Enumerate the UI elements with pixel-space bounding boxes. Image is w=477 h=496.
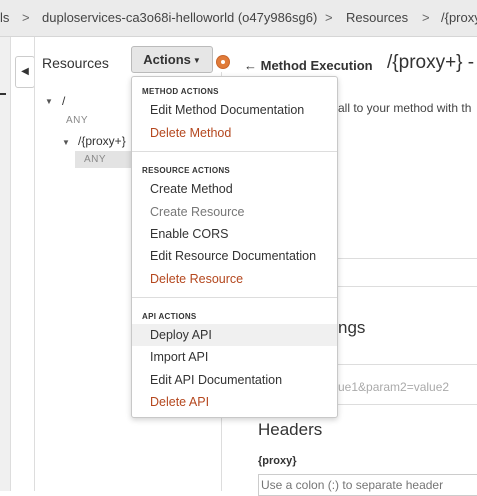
menu-item-delete-resource[interactable]: Delete Resource (132, 268, 337, 290)
dash-mark (0, 93, 6, 95)
menu-item-import-api[interactable]: Import API (132, 346, 337, 368)
menu-item-deploy-api[interactable]: Deploy API (132, 324, 337, 346)
method-execution-label: Method Execution (260, 58, 373, 73)
method-description: all to your method with th (338, 101, 472, 115)
actions-button-label: Actions (143, 52, 191, 67)
caret-down-icon: ▼ (192, 56, 201, 66)
actions-menu: METHOD ACTIONS Edit Method Documentation… (131, 76, 338, 418)
tree-method-root-any[interactable]: ANY (66, 115, 88, 126)
breadcrumb-item-proxy[interactable]: /{proxy (441, 10, 477, 25)
collapse-panel-button[interactable]: ◀ (15, 56, 35, 88)
header-input[interactable] (258, 474, 477, 496)
breadcrumb-item-resources[interactable]: Resources (346, 10, 408, 25)
breadcrumb-separator: > (422, 10, 430, 25)
chevron-left-icon: ◀ (21, 66, 29, 77)
method-execution-back-link[interactable]: ← Method Execution (244, 58, 373, 73)
menu-item-create-method[interactable]: Create Method (132, 178, 337, 200)
menu-item-create-resource[interactable]: Create Resource (132, 201, 337, 223)
query-string-input[interactable]: ue1&param2=value2 (338, 380, 449, 394)
menu-separator (132, 151, 337, 152)
tree-node-root[interactable]: / (62, 94, 65, 108)
breadcrumb-separator: > (22, 10, 30, 25)
menu-item-delete-api[interactable]: Delete API (132, 391, 337, 413)
menu-item-enable-cors[interactable]: Enable CORS (132, 223, 337, 245)
menu-item-delete-method[interactable]: Delete Method (132, 122, 337, 144)
expand-triangle-icon[interactable]: ▼ (45, 97, 53, 106)
method-actions-heading: METHOD ACTIONS (142, 87, 219, 96)
settings-heading: ngs (338, 318, 366, 337)
menu-item-edit-resource-documentation[interactable]: Edit Resource Documentation (132, 245, 337, 267)
api-actions-heading: API ACTIONS (142, 312, 197, 321)
resource-actions-heading: RESOURCE ACTIONS (142, 166, 231, 175)
tree-node-proxy[interactable]: /{proxy+} (78, 134, 126, 148)
breadcrumb-item-apis[interactable]: ls (0, 10, 9, 25)
status-indicator-icon (217, 56, 229, 68)
method-title: /{proxy+} - (387, 52, 475, 73)
expand-triangle-icon[interactable]: ▼ (62, 138, 70, 147)
panel-border (34, 37, 35, 491)
arrow-left-icon: ← (244, 58, 257, 73)
breadcrumb-separator: > (325, 10, 333, 25)
actions-dropdown-button[interactable]: Actions ▼ (131, 46, 213, 73)
breadcrumb-item-api[interactable]: duploservices-ca3o68i-helloworld (o47y98… (42, 10, 317, 25)
menu-item-edit-method-documentation[interactable]: Edit Method Documentation (132, 99, 337, 121)
resources-panel-title: Resources (42, 55, 109, 71)
menu-item-edit-api-documentation[interactable]: Edit API Documentation (132, 369, 337, 391)
menu-separator (132, 297, 337, 298)
tree-method-proxy-any[interactable]: ANY (84, 154, 106, 165)
breadcrumb: ls > duploservices-ca3o68i-helloworld (o… (0, 0, 477, 37)
headers-heading: Headers (258, 420, 323, 439)
left-nav-strip (0, 37, 11, 491)
proxy-header-label: {proxy} (258, 455, 297, 467)
